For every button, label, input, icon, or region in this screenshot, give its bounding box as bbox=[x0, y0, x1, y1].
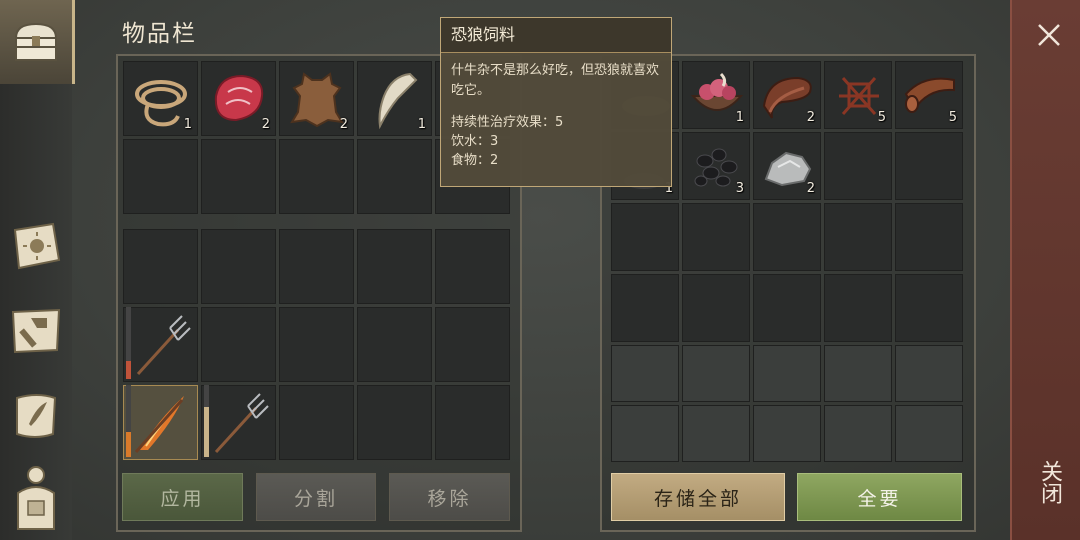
storage-grid-locked bbox=[611, 345, 963, 462]
storage-slot[interactable] bbox=[895, 274, 963, 342]
storage-slot[interactable] bbox=[753, 274, 821, 342]
storage-slot[interactable]: 2 bbox=[753, 61, 821, 129]
locked-slot bbox=[753, 405, 821, 462]
tooltip-stat: 食物：2 bbox=[451, 153, 499, 168]
locked-slot bbox=[682, 345, 750, 402]
equipment-slot[interactable] bbox=[279, 385, 354, 460]
inventory-chest-icon bbox=[14, 22, 58, 61]
take-all-button[interactable]: 全要 bbox=[797, 473, 962, 521]
tooltip-description: 什牛杂不是那么好吃，但恐狼就喜欢吃它。 bbox=[451, 63, 660, 98]
equipment-slot[interactable] bbox=[123, 307, 198, 382]
crafting-hammer-icon bbox=[11, 308, 61, 354]
tooltip-stat: 持续性治疗效果：5 bbox=[451, 115, 564, 130]
item-count: 2 bbox=[261, 117, 270, 132]
item-count: 3 bbox=[735, 181, 744, 196]
storage-slot[interactable]: 3 bbox=[682, 132, 750, 200]
item-count: 5 bbox=[877, 110, 886, 125]
equipment-slot[interactable] bbox=[123, 385, 198, 460]
equipment-slot[interactable] bbox=[357, 229, 432, 304]
storage-slot[interactable]: 5 bbox=[824, 61, 892, 129]
item-count: 1 bbox=[735, 110, 744, 125]
equipment-slot[interactable] bbox=[201, 307, 276, 382]
item-count: 1 bbox=[417, 117, 426, 132]
equipment-slot[interactable] bbox=[201, 385, 276, 460]
locked-slot bbox=[611, 345, 679, 402]
locked-slot bbox=[895, 345, 963, 402]
equipment-slot[interactable] bbox=[435, 385, 510, 460]
storage-slot[interactable] bbox=[824, 203, 892, 271]
tooltip-title: 恐狼饲料 bbox=[441, 18, 671, 53]
close-button[interactable]: 关闭 bbox=[1036, 460, 1062, 504]
inventory-slot[interactable] bbox=[357, 139, 432, 214]
item-count: 2 bbox=[806, 110, 815, 125]
pitchfork-icon bbox=[214, 393, 269, 454]
item-count: 5 bbox=[948, 110, 957, 125]
remove-button[interactable]: 移除 bbox=[389, 473, 510, 521]
flaming-spear-icon bbox=[134, 396, 184, 453]
equipment-slot[interactable] bbox=[435, 229, 510, 304]
storage-slot[interactable]: 1 bbox=[682, 61, 750, 129]
inventory-slot[interactable]: 1 bbox=[123, 61, 198, 136]
equipment-slot[interactable] bbox=[435, 307, 510, 382]
locked-slot bbox=[611, 405, 679, 462]
storage-slot[interactable] bbox=[611, 203, 679, 271]
locked-slot bbox=[824, 345, 892, 402]
split-button[interactable]: 分割 bbox=[256, 473, 376, 521]
equipment-slot[interactable] bbox=[123, 229, 198, 304]
inventory-slot[interactable]: 2 bbox=[201, 61, 276, 136]
tab-crafting[interactable] bbox=[0, 298, 72, 362]
storage-slot[interactable]: 5 bbox=[895, 61, 963, 129]
item-count: 1 bbox=[183, 117, 192, 132]
journal-sun-icon bbox=[13, 222, 61, 270]
tab-inventory[interactable] bbox=[0, 0, 75, 84]
locked-slot bbox=[824, 405, 892, 462]
store-all-button[interactable]: 存储全部 bbox=[611, 473, 785, 521]
character-backpack-icon bbox=[17, 466, 55, 530]
item-tooltip: 恐狼饲料 什牛杂不是那么好吃，但恐狼就喜欢吃它。 持续性治疗效果：5 饮水：3 … bbox=[440, 17, 672, 187]
storage-slot[interactable] bbox=[611, 274, 679, 342]
equipment-slot[interactable] bbox=[279, 307, 354, 382]
equipment-slot[interactable] bbox=[201, 229, 276, 304]
tooltip-stat: 饮水：3 bbox=[451, 134, 499, 149]
item-count: 2 bbox=[339, 117, 348, 132]
tab-quests[interactable] bbox=[0, 384, 72, 448]
equipment-slot[interactable] bbox=[357, 307, 432, 382]
pitchfork-icon bbox=[136, 315, 191, 376]
page-title: 物品栏 bbox=[122, 21, 197, 47]
quest-scroll-icon bbox=[16, 394, 57, 438]
storage-slot[interactable]: 2 bbox=[753, 132, 821, 200]
inventory-slot[interactable]: 2 bbox=[279, 61, 354, 136]
apply-button[interactable]: 应用 bbox=[122, 473, 243, 521]
inventory-slot[interactable] bbox=[201, 139, 276, 214]
locked-slot bbox=[895, 405, 963, 462]
equipment-slot[interactable] bbox=[279, 229, 354, 304]
inventory-slot[interactable]: 1 bbox=[357, 61, 432, 136]
tab-journal[interactable] bbox=[0, 214, 72, 278]
equipment-slot[interactable] bbox=[357, 385, 432, 460]
left-tab-bar bbox=[0, 0, 75, 540]
storage-slot[interactable] bbox=[682, 274, 750, 342]
inventory-slot[interactable] bbox=[123, 139, 198, 214]
inventory-slot[interactable] bbox=[279, 139, 354, 214]
storage-slot[interactable] bbox=[753, 203, 821, 271]
storage-slot[interactable] bbox=[824, 274, 892, 342]
storage-slot[interactable] bbox=[824, 132, 892, 200]
equipment-grid bbox=[123, 229, 510, 460]
storage-slot[interactable] bbox=[895, 132, 963, 200]
tab-character[interactable] bbox=[0, 460, 72, 538]
locked-slot bbox=[682, 405, 750, 462]
locked-slot bbox=[753, 345, 821, 402]
storage-slot[interactable] bbox=[895, 203, 963, 271]
item-count: 2 bbox=[806, 181, 815, 196]
game-screen: 物品栏 1 2 2 1 应用 分割 移除 1 2 5 5 1 3 2 存储全部 … bbox=[0, 0, 1080, 540]
close-icon[interactable] bbox=[1036, 22, 1062, 48]
close-panel[interactable]: 关闭 bbox=[1010, 0, 1080, 540]
storage-slot[interactable] bbox=[682, 203, 750, 271]
